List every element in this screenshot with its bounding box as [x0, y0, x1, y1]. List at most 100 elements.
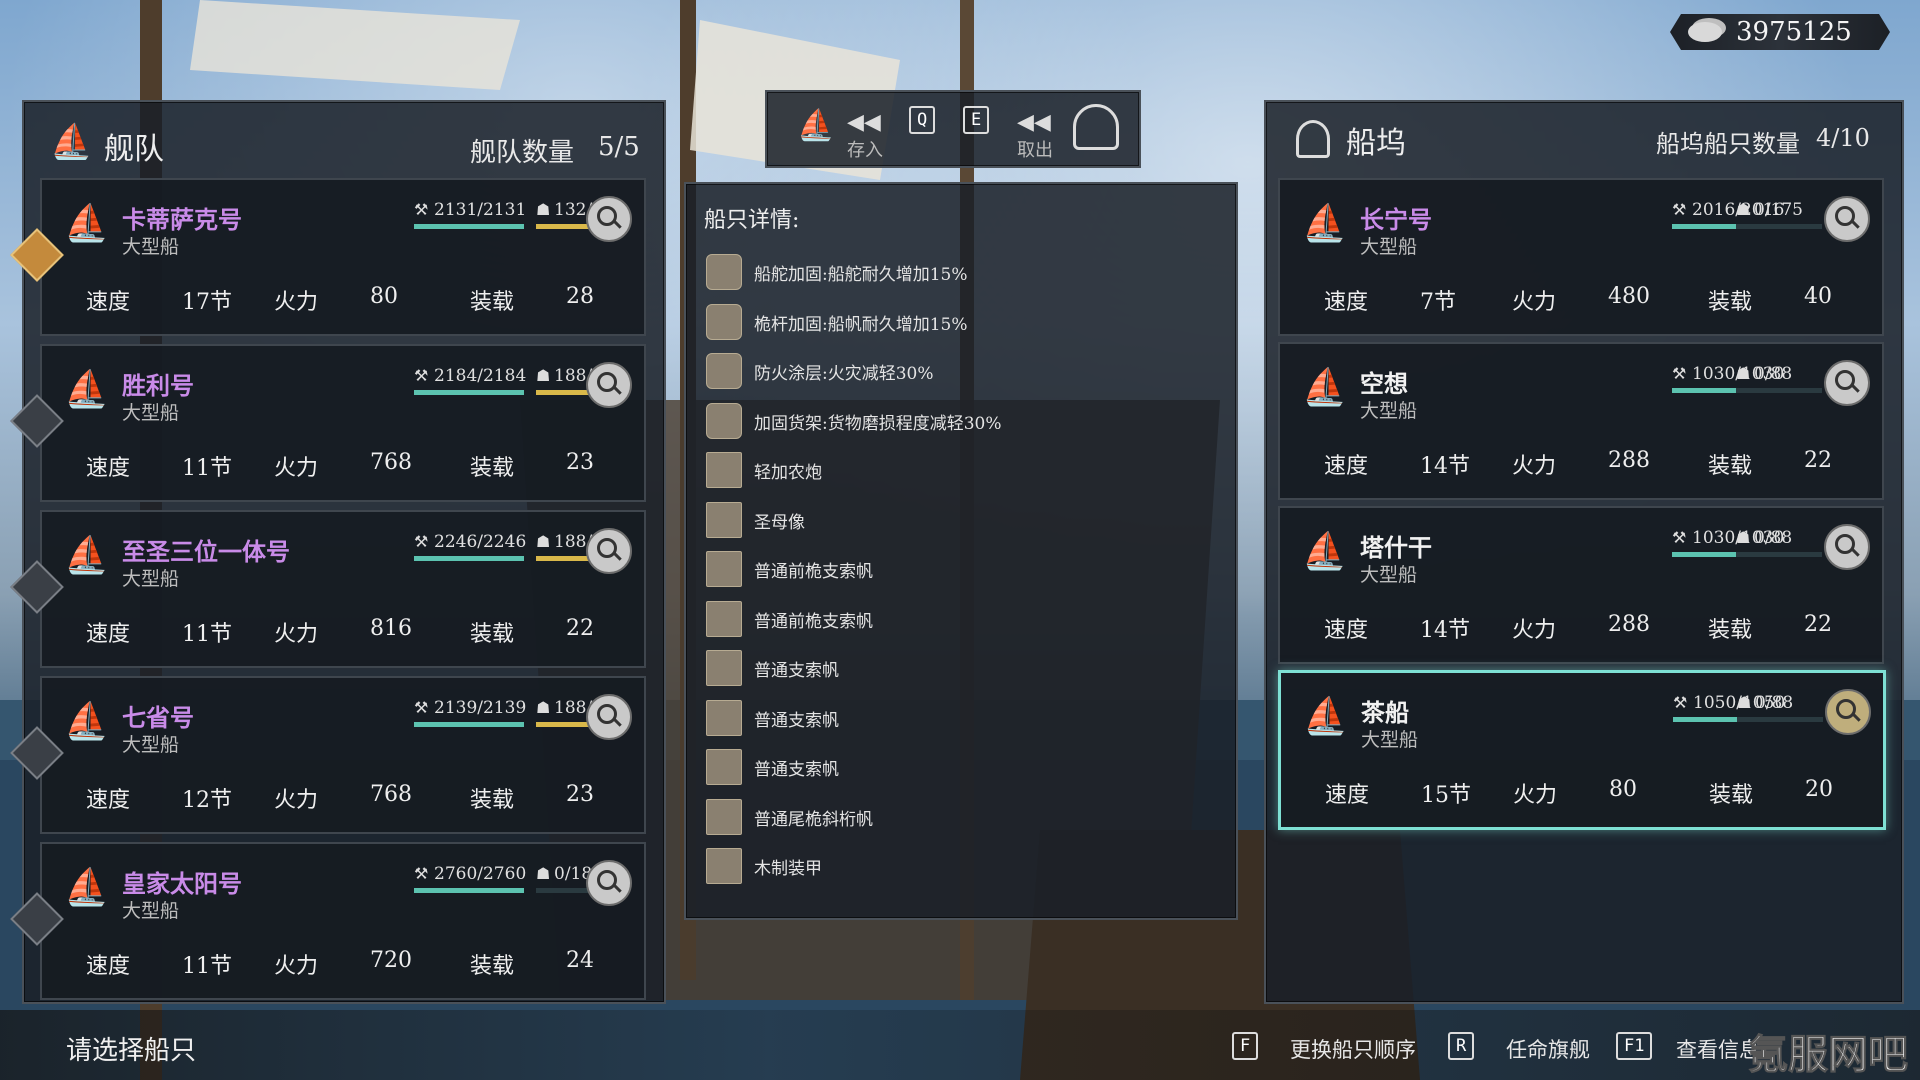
cargo-value: 24 [566, 948, 594, 973]
flagship-flag-icon[interactable] [10, 394, 64, 448]
detail-item-text: 普通支索帆 [754, 661, 839, 681]
currency-amount: 3975125 [1736, 17, 1852, 47]
reorder-ships-label[interactable]: 更换船只顺序 [1290, 1034, 1416, 1064]
flagship-flag-icon[interactable] [10, 726, 64, 780]
ship-type: 大型船 [1360, 400, 1418, 422]
hammer-icon: ⚒ [414, 200, 429, 219]
sailing-ship-icon: ⛵ [64, 203, 109, 244]
detail-item: 木制装甲 [706, 844, 1226, 888]
cannon-icon [706, 452, 742, 488]
ship-card[interactable]: ⛵卡蒂萨克号大型船⚒2131/2131☗132/132速度17节火力80装载28 [10, 178, 646, 336]
firepower-value: 816 [370, 616, 412, 641]
detail-item-text: 木制装甲 [754, 859, 822, 879]
crew-icon: ☗ [1736, 364, 1751, 383]
crew-icon: ☗ [1736, 528, 1751, 547]
durability-value: 2246/2246 [434, 532, 527, 552]
cargo-label: 装载 [470, 954, 515, 979]
cargo-value: 23 [566, 450, 594, 475]
ship-card[interactable]: ⛵七省号大型船⚒2139/2139☗188/188速度12节火力768装载23 [10, 676, 646, 834]
fleet-title: 舰队 [104, 132, 164, 167]
inspect-magnifier-icon[interactable] [586, 528, 632, 574]
inspect-magnifier-icon[interactable] [586, 694, 632, 740]
ship-card[interactable]: ⛵至圣三位一体号大型船⚒2246/2246☗188/188速度11节火力816装… [10, 510, 646, 668]
durability-value: 2760/2760 [434, 864, 527, 884]
speed-value: 17节 [182, 290, 232, 315]
sailing-ship-icon: ⛵ [1303, 696, 1348, 737]
currency-display: 3975125 [1670, 14, 1890, 50]
firepower-label: 火力 [274, 622, 319, 647]
crew-icon: ☗ [536, 200, 551, 219]
ship-card[interactable]: ⛵ 塔什干 大型船 ⚒ 1030/1030 ☗ 0/88 速度 14节 火力 288 装载 22 [1278, 506, 1884, 664]
dock-count: 4/10 [1816, 124, 1870, 152]
crew-bar [1736, 224, 1822, 229]
firepower-label: 火力 [274, 954, 319, 979]
key-f1-button[interactable]: F1 [1616, 1032, 1653, 1060]
crew-icon: ☗ [536, 532, 551, 551]
inspect-magnifier-icon[interactable] [1824, 196, 1870, 242]
hammer-icon: ⚒ [1673, 693, 1688, 712]
ship-type: 大型船 [122, 402, 180, 424]
ship-name: 塔什干 [1360, 533, 1432, 562]
speed-label: 速度 [86, 290, 131, 315]
inspect-magnifier-icon[interactable] [586, 362, 632, 408]
cargo-value: 23 [566, 782, 594, 807]
sailing-ship-icon: ⛵ [64, 701, 109, 742]
flagship-flag-icon[interactable] [10, 560, 64, 614]
ship-type: 大型船 [122, 568, 180, 590]
flagship-flag-icon[interactable] [10, 228, 64, 282]
hammer-icon: ⚒ [414, 366, 429, 385]
sailing-ship-icon: ⛵ [1302, 531, 1347, 572]
detail-item: 普通前桅支索帆 [706, 547, 1226, 591]
inspect-magnifier-icon[interactable] [586, 196, 632, 242]
sailing-ship-icon: ⛵ [64, 867, 109, 908]
ship-details-panel: 船只详情: 船舵加固:船舵耐久增加15% 桅杆加固:船帆耐久增加15% 防火涂层:火… [684, 182, 1238, 920]
speed-label: 速度 [86, 622, 131, 647]
speed-label: 速度 [86, 788, 131, 813]
watermark-logo: 氪服网吧 [1748, 1032, 1909, 1079]
cargo-label: 装载 [1708, 454, 1753, 479]
ship-card[interactable]: ⛵ 茶船 大型船 ⚒ 1050/1050 ☗ 0/88 速度 15节 火力 80 装载 20 [1278, 670, 1886, 830]
firepower-label: 火力 [274, 788, 319, 813]
hammer-icon: ⚒ [1672, 364, 1687, 383]
detail-item-text: 轻加农炮 [754, 463, 822, 483]
firepower-value: 80 [370, 284, 398, 309]
crew-bar [1736, 552, 1822, 557]
ship-card[interactable]: ⛵ 长宁号 大型船 ⚒ 2016/2016 ☗ 0/175 速度 7节 火力 480 装载 40 [1278, 178, 1884, 336]
durability-bar-fill [414, 888, 524, 893]
crew-icon: ☗ [536, 864, 551, 883]
ship-name: 茶船 [1361, 698, 1409, 727]
key-e-button[interactable]: E [963, 106, 990, 134]
inspect-magnifier-icon[interactable] [1825, 689, 1871, 735]
dock-count-label: 船坞船只数量 [1656, 130, 1800, 158]
sailboat-icon: ⛵ [797, 108, 835, 143]
key-r-button[interactable]: R [1448, 1032, 1475, 1060]
flagship-flag-icon[interactable] [10, 892, 64, 946]
key-f-button[interactable]: F [1232, 1032, 1259, 1060]
crew-bar [1737, 717, 1823, 722]
inspect-magnifier-icon[interactable] [1824, 524, 1870, 570]
speed-value: 11节 [182, 456, 232, 481]
withdraw-label: 取出 [1017, 140, 1053, 161]
sailing-ship-icon: ⛵ [64, 369, 109, 410]
speed-label: 速度 [86, 456, 131, 481]
ship-name: 长宁号 [1360, 205, 1432, 234]
select-ship-prompt: 请选择船只 [66, 1036, 197, 1066]
crew-bar [1736, 388, 1822, 393]
crew-value: 0/88 [1754, 364, 1793, 384]
upgrade-badge-icon [706, 254, 742, 290]
detail-item-text: 船舵加固:船舵耐久增加15% [754, 265, 968, 285]
ship-card[interactable]: ⛵胜利号大型船⚒2184/2184☗188/188速度11节火力768装载23 [10, 344, 646, 502]
appoint-flagship-label[interactable]: 任命旗舰 [1506, 1034, 1590, 1064]
inspect-magnifier-icon[interactable] [586, 860, 632, 906]
inspect-magnifier-icon[interactable] [1824, 360, 1870, 406]
durability-bar-fill [414, 224, 524, 229]
key-q-button[interactable]: Q [909, 106, 936, 134]
ship-card[interactable]: ⛵ 皇家太阳号 大型船 ⚒ 2760/2760 ☗ 0/188 速度 11节 火力 720 装载 24 [10, 842, 646, 1000]
ship-type: 大型船 [1360, 236, 1418, 258]
speed-value: 14节 [1420, 618, 1470, 643]
ship-card[interactable]: ⛵ 空想 大型船 ⚒ 1030/1030 ☗ 0/88 速度 14节 火力 288 装载 22 [1278, 342, 1884, 500]
detail-item: 船舵加固:船舵耐久增加15% [706, 250, 1226, 294]
speed-label: 速度 [1324, 454, 1369, 479]
transfer-toolbar: ⛵ ◀◀ 存入 Q E ◀◀ 取出 [765, 90, 1141, 168]
speed-label: 速度 [1324, 618, 1369, 643]
